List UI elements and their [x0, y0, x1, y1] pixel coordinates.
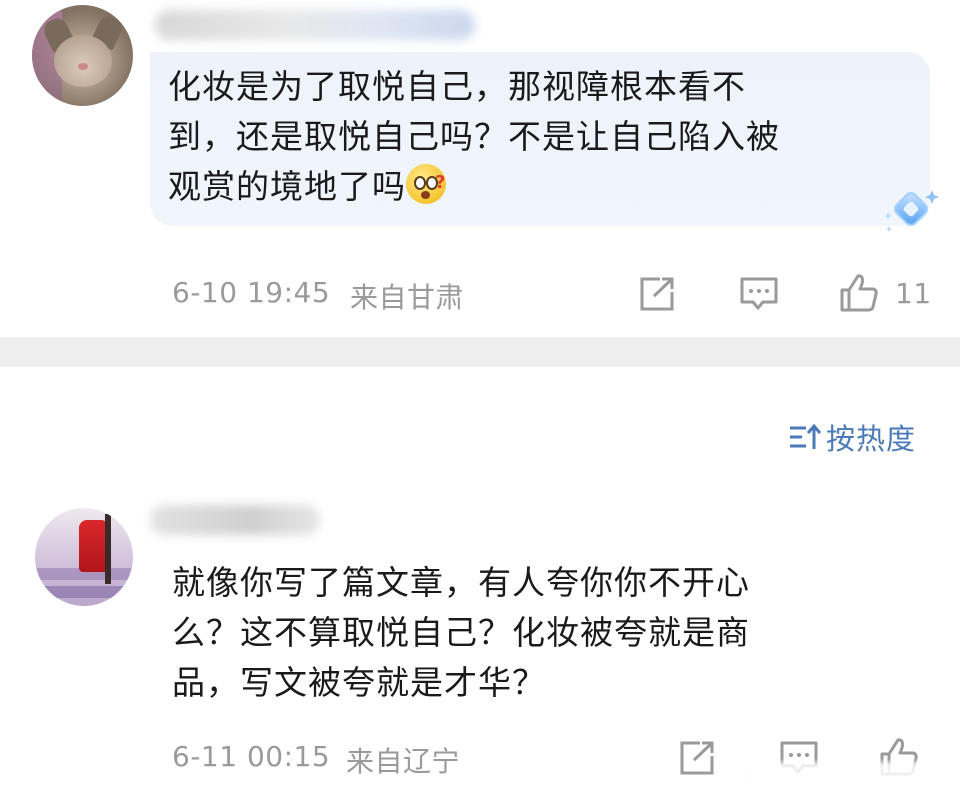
sort-by-hot-button[interactable]: 按热度 — [788, 418, 916, 456]
comment-text-line: 就像你写了篇文章，有人夸你你不开心 — [172, 563, 750, 602]
watermark — [720, 762, 960, 792]
comment-text-line: 品，写文被夸就是才华？ — [172, 663, 546, 702]
comment-icon[interactable] — [739, 276, 779, 312]
thinking-face-emoji: ? — [406, 164, 446, 204]
comment-timestamp: 6-11 00:15 — [172, 740, 331, 773]
comment-location: 来自甘肃 — [350, 281, 465, 314]
sort-icon — [790, 423, 822, 449]
like-count: 11 — [895, 277, 932, 310]
sort-label: 按热度 — [826, 422, 917, 456]
share-icon[interactable] — [638, 276, 676, 312]
comment-text-line: 到，还是取悦自己吗？不是让自己陷入被 — [168, 117, 780, 156]
like-icon[interactable] — [838, 272, 880, 314]
avatar[interactable] — [32, 5, 133, 106]
section-divider — [0, 337, 960, 367]
username-blurred[interactable] — [155, 10, 475, 40]
comment-location: 来自辽宁 — [346, 745, 461, 778]
comment-text-line: 么？这不算取悦自己？化妆被夸就是商 — [172, 613, 750, 652]
comment-timestamp: 6-10 19:45 — [172, 276, 331, 309]
comment-text: 就像你写了篇文章，有人夸你你不开心 么？这不算取悦自己？化妆被夸就是商 品，写文… — [172, 558, 922, 708]
avatar-cat-face — [54, 35, 112, 87]
comment-text-line-content: 观赏的境地了吗 — [168, 167, 406, 206]
member-badge-icon — [884, 190, 939, 232]
avatar-cat-nose — [78, 63, 88, 70]
comment-text: 化妆是为了取悦自己，那视障根本看不 到，还是取悦自己吗？不是让自己陷入被 观赏的… — [168, 62, 918, 212]
avatar[interactable] — [35, 508, 133, 606]
avatar-detail — [105, 514, 111, 584]
comment-text-line: 化妆是为了取悦自己，那视障根本看不 — [168, 67, 746, 106]
avatar-detail — [35, 586, 133, 598]
share-icon[interactable] — [678, 740, 716, 776]
comment-text-line: 观赏的境地了吗? — [168, 162, 918, 212]
username-blurred[interactable] — [150, 505, 320, 535]
